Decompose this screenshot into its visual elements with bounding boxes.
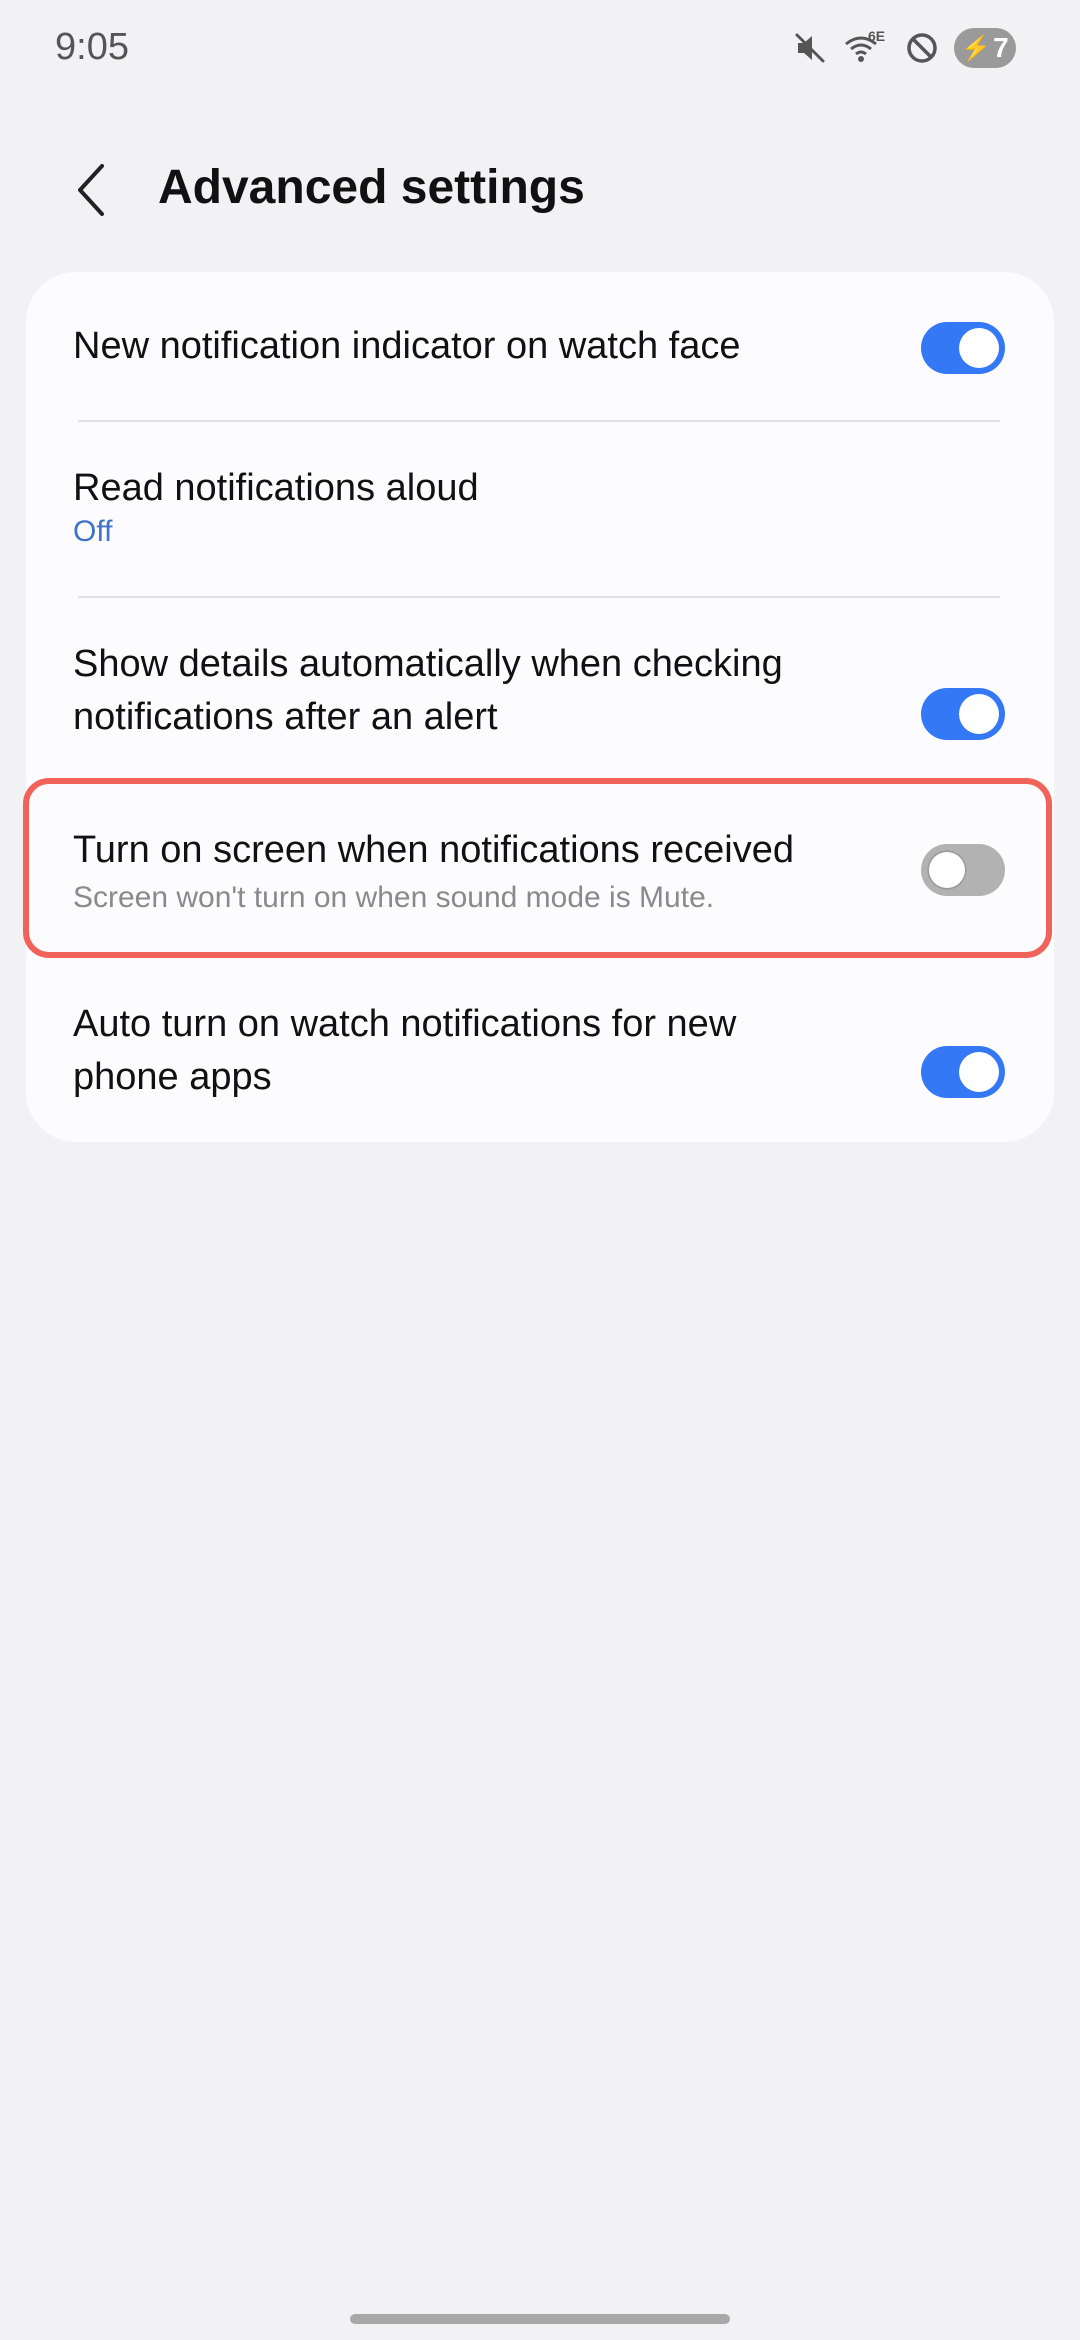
setting-title-line-2: notifications after an alert (73, 696, 498, 738)
mute-icon (792, 30, 828, 66)
toggle-knob (959, 694, 999, 734)
setting-status-value: Off (73, 515, 113, 548)
do-not-disturb-icon (904, 30, 940, 66)
setting-title-line-2: phone apps (73, 1056, 272, 1098)
wifi-network-label: 6E (868, 28, 886, 44)
setting-title: New notification indicator on watch face (73, 325, 741, 367)
show-details-toggle[interactable] (921, 688, 1005, 740)
setting-turn-on-screen[interactable]: Turn on screen when notifications receiv… (26, 778, 1054, 958)
status-time: 9:05 (55, 26, 129, 68)
setting-title: Turn on screen when notifications receiv… (73, 829, 794, 871)
page-title: Advanced settings (158, 161, 585, 214)
toggle-knob (927, 850, 967, 890)
setting-read-notifications-aloud[interactable]: Read notifications aloud Off (26, 422, 1054, 592)
toggle-knob (959, 328, 999, 368)
charging-bolt-icon: ⚡ (961, 34, 992, 62)
setting-show-details-automatically[interactable]: Show details automatically when checking… (26, 598, 1054, 768)
battery-charging-icon: ⚡ 7 (954, 28, 1016, 68)
setting-new-notification-indicator[interactable]: New notification indicator on watch face (26, 272, 1054, 412)
header: Advanced settings (0, 140, 1080, 240)
setting-title-line-1: Show details automatically when checking (73, 643, 783, 685)
setting-description: Screen won't turn on when sound mode is … (73, 881, 715, 914)
status-icons: 6E ⚡ 7 (792, 28, 1016, 68)
setting-title: Read notifications aloud (73, 467, 479, 509)
toggle-knob (959, 1052, 999, 1092)
turn-on-screen-toggle[interactable] (921, 844, 1005, 896)
status-bar: 9:05 6E ⚡ 7 (0, 0, 1080, 100)
back-button[interactable] (62, 160, 122, 220)
new-notification-indicator-toggle[interactable] (921, 322, 1005, 374)
chevron-left-icon (78, 164, 104, 216)
setting-title-line-1: Auto turn on watch notifications for new (73, 1003, 737, 1045)
wifi-6e-icon: 6E (842, 28, 890, 66)
home-indicator[interactable] (350, 2314, 730, 2324)
battery-level: 7 (993, 32, 1009, 63)
setting-auto-turn-on-watch-notifications[interactable]: Auto turn on watch notifications for new… (26, 962, 1054, 1132)
auto-turn-on-notifications-toggle[interactable] (921, 1046, 1005, 1098)
settings-card: New notification indicator on watch face… (26, 272, 1054, 1142)
